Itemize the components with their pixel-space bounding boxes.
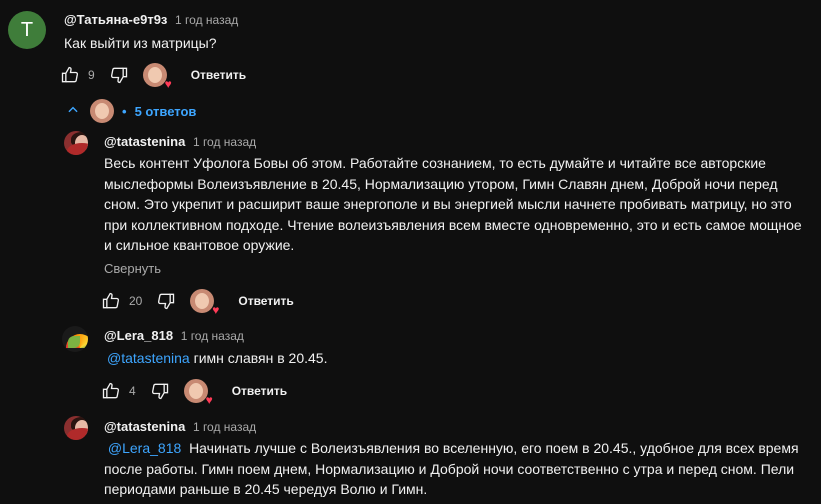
comment-author[interactable]: @Татьяна-е9т9з 1 год назад: [64, 12, 238, 27]
comment-text: Весь контент Уфолога Бовы об этом. Работ…: [104, 153, 816, 256]
text-line: Весь контент Уфолога Бовы об этом. Работ…: [104, 155, 766, 171]
comment-time[interactable]: 1 год назад: [193, 135, 256, 149]
text-body: гимн славян в 20.45.: [193, 350, 328, 366]
thumbs-up-icon[interactable]: [101, 291, 121, 311]
mention-link[interactable]: @tatastenina: [107, 350, 190, 366]
thumbs-down-icon[interactable]: [150, 381, 170, 401]
heart-icon: ♥: [164, 77, 172, 91]
text-line: мыслеформы Волеизъявление в 20.45, Норма…: [104, 175, 778, 192]
separator-dot: •: [122, 103, 127, 119]
chevron-up-icon: [66, 103, 80, 120]
creator-avatar: [90, 99, 114, 123]
reply-button[interactable]: Ответить: [232, 384, 287, 398]
avatar-letter: Т: [20, 18, 34, 41]
author-name[interactable]: @tatastenina: [104, 419, 185, 434]
text-line: при коллективном подходе. Чтение волеизъ…: [104, 216, 802, 233]
heart-icon: ♥: [205, 393, 213, 407]
comment-time[interactable]: 1 год назад: [193, 420, 256, 434]
comments-section: Т @Татьяна-е9т9з 1 год назад Как выйти и…: [0, 0, 821, 504]
replies-count-label: 5 ответов: [134, 103, 197, 119]
avatar[interactable]: Т: [8, 11, 46, 49]
like-count: 20: [129, 294, 143, 308]
comment-text: Как выйти из матрицы?: [64, 35, 217, 51]
mention-link[interactable]: @Lera_818: [108, 440, 181, 456]
text-line: после работы. Гимн поем днем, Нормализац…: [104, 460, 795, 477]
author-name[interactable]: @tatastenina: [104, 134, 185, 149]
reply-button[interactable]: Ответить: [238, 294, 293, 308]
comment-time[interactable]: 1 год назад: [181, 329, 244, 343]
avatar[interactable]: [64, 416, 88, 440]
reply-button[interactable]: Ответить: [191, 68, 246, 82]
author-name[interactable]: @Lera_818: [104, 328, 173, 343]
text-line: @Lera_818 Начинать лучше с Волеизъявлени…: [104, 438, 816, 459]
comment-actions: 20 ♥ Ответить: [101, 289, 294, 316]
comment-author[interactable]: @Lera_818 1 год назад: [104, 328, 244, 343]
text-line: периодами раньше в 20.45 чередуя Волю и …: [104, 481, 428, 497]
thumbs-down-icon[interactable]: [156, 291, 176, 311]
thumbs-up-icon[interactable]: [60, 65, 80, 85]
text-body: Начинать лучше с Волеизъявления во вселе…: [189, 440, 799, 456]
like-count: 9: [88, 68, 95, 82]
creator-heart-badge: ♥: [190, 289, 219, 316]
text-line: сном. Это укрепит и расширит ваше энерго…: [104, 196, 792, 212]
author-name[interactable]: @Татьяна-е9т9з: [64, 12, 167, 27]
comment-time[interactable]: 1 год назад: [175, 13, 238, 27]
heart-icon: ♥: [212, 303, 220, 317]
text-line: и сильное квантовое оружие.: [104, 237, 295, 253]
comment-actions: 4 ♥ Ответить: [101, 379, 287, 406]
comment-text: @tatastenina гимн славян в 20.45.: [107, 348, 327, 369]
collapse-button[interactable]: Свернуть: [104, 261, 161, 276]
comment-author[interactable]: @tatastenina 1 год назад: [104, 419, 256, 434]
like-count: 4: [129, 384, 136, 398]
thumbs-down-icon[interactable]: [109, 65, 129, 85]
creator-heart-badge: ♥: [183, 379, 213, 406]
thumbs-up-icon[interactable]: [101, 381, 121, 401]
avatar[interactable]: [62, 326, 88, 352]
avatar[interactable]: [64, 131, 88, 155]
comment-author[interactable]: @tatastenina 1 год назад: [104, 134, 256, 149]
replies-toggle[interactable]: • 5 ответов: [66, 99, 196, 123]
comment-text: @Lera_818 Начинать лучше с Волеизъявлени…: [104, 438, 816, 500]
comment-actions: 9 ♥ Ответить: [60, 63, 246, 90]
creator-heart-badge: ♥: [142, 63, 172, 90]
